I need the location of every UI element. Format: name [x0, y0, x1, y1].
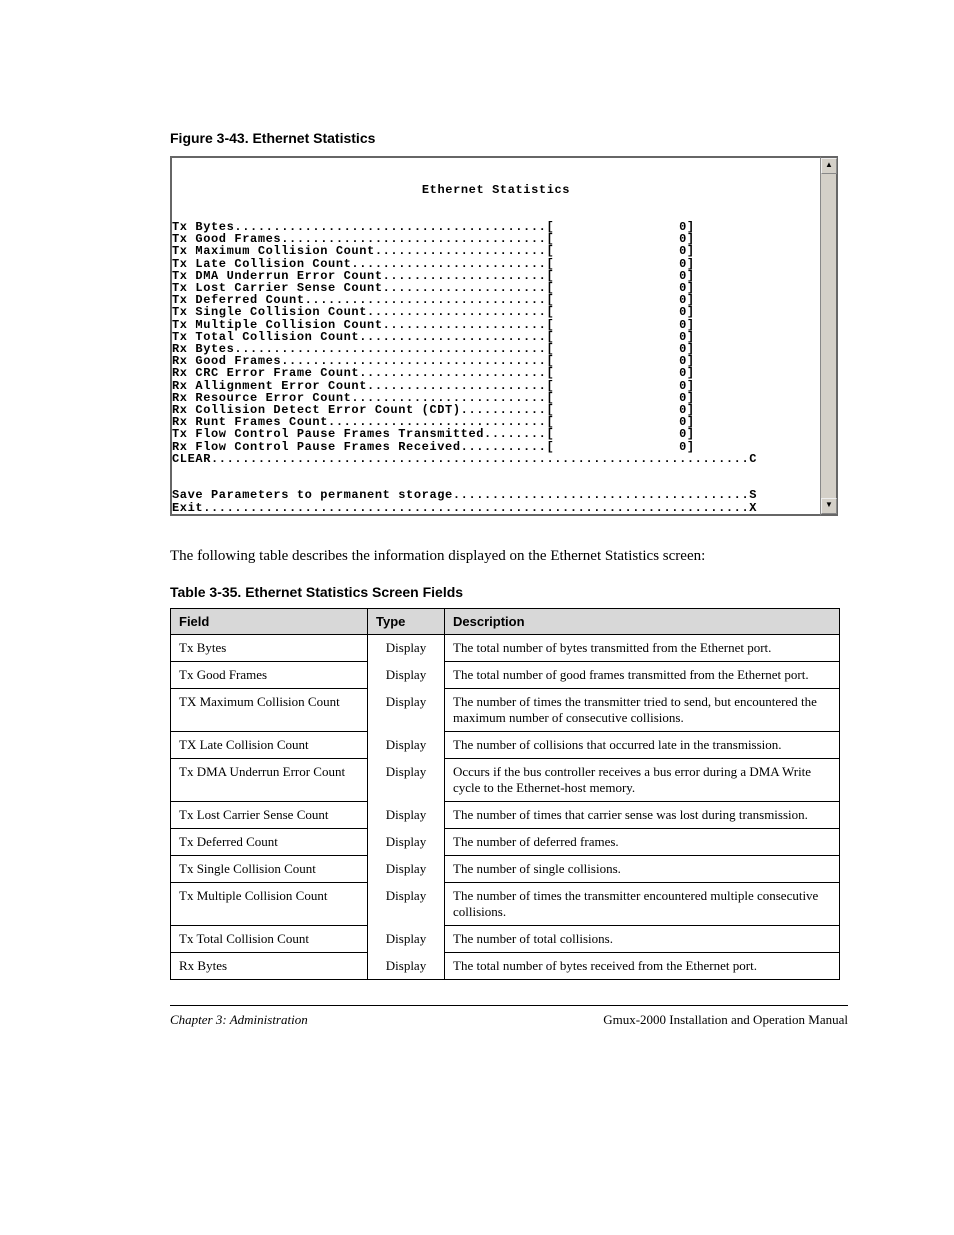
cell-desc: The number of single collisions. [445, 856, 840, 883]
cell-desc: The number of times the transmitter trie… [445, 689, 840, 732]
cell-desc: The number of deferred frames. [445, 829, 840, 856]
cell-desc: The number of total collisions. [445, 926, 840, 953]
cell-field: TX Late Collision Count [171, 732, 368, 759]
col-header-desc: Description [445, 609, 840, 635]
cell-desc: The total number of bytes transmitted fr… [445, 635, 840, 662]
table-row: Tx Deferred CountDisplayThe number of de… [171, 829, 840, 856]
cell-type: Display [368, 732, 445, 759]
table-row: Tx Single Collision CountDisplayThe numb… [171, 856, 840, 883]
table-row: TX Maximum Collision CountDisplayThe num… [171, 689, 840, 732]
cell-type: Display [368, 953, 445, 980]
intro-text: The following table describes the inform… [170, 546, 784, 566]
page-footer: Chapter 3: Administration Gmux-2000 Inst… [170, 1005, 848, 1028]
col-header-field: Field [171, 609, 368, 635]
col-header-type: Type [368, 609, 445, 635]
figure-caption: Figure 3-43. Ethernet Statistics [170, 130, 954, 146]
footer-left: Chapter 3: Administration [170, 1012, 308, 1028]
cell-field: Tx Good Frames [171, 662, 368, 689]
table-row: Tx DMA Underrun Error CountDisplayOccurs… [171, 759, 840, 802]
cell-field: Tx Total Collision Count [171, 926, 368, 953]
table-row: Tx Total Collision CountDisplayThe numbe… [171, 926, 840, 953]
cell-field: TX Maximum Collision Count [171, 689, 368, 732]
cell-type: Display [368, 802, 445, 829]
terminal-title: Ethernet Statistics [172, 183, 820, 197]
cell-desc: The number of times that carrier sense w… [445, 802, 840, 829]
cell-desc: Occurs if the bus controller receives a … [445, 759, 840, 802]
terminal-window: Ethernet Statistics Tx Bytes............… [170, 156, 840, 516]
cell-desc: The total number of bytes received from … [445, 953, 840, 980]
footer-right: Gmux-2000 Installation and Operation Man… [603, 1012, 848, 1028]
cell-type: Display [368, 926, 445, 953]
cell-desc: The number of collisions that occurred l… [445, 732, 840, 759]
scroll-down-icon[interactable]: ▼ [821, 498, 837, 514]
cell-type: Display [368, 856, 445, 883]
cell-field: Tx Bytes [171, 635, 368, 662]
scroll-up-icon[interactable]: ▲ [821, 158, 837, 174]
cell-desc: The number of times the transmitter enco… [445, 883, 840, 926]
cell-type: Display [368, 662, 445, 689]
table-caption: Table 3-35. Ethernet Statistics Screen F… [170, 584, 954, 600]
cell-field: Tx DMA Underrun Error Count [171, 759, 368, 802]
cell-field: Tx Lost Carrier Sense Count [171, 802, 368, 829]
table-row: Tx Good FramesDisplayThe total number of… [171, 662, 840, 689]
cell-field: Rx Bytes [171, 953, 368, 980]
table-row: Tx BytesDisplayThe total number of bytes… [171, 635, 840, 662]
cell-type: Display [368, 689, 445, 732]
ethernet-stats-table: Field Type Description Tx BytesDisplayTh… [170, 608, 840, 980]
cell-desc: The total number of good frames transmit… [445, 662, 840, 689]
cell-field: Tx Deferred Count [171, 829, 368, 856]
cell-type: Display [368, 759, 445, 802]
cell-field: Tx Single Collision Count [171, 856, 368, 883]
table-row: Rx BytesDisplayThe total number of bytes… [171, 953, 840, 980]
cell-type: Display [368, 635, 445, 662]
cell-type: Display [368, 829, 445, 856]
cell-type: Display [368, 883, 445, 926]
table-row: Tx Multiple Collision CountDisplayThe nu… [171, 883, 840, 926]
cell-field: Tx Multiple Collision Count [171, 883, 368, 926]
terminal-body: Tx Bytes................................… [172, 215, 820, 514]
table-row: Tx Lost Carrier Sense CountDisplayThe nu… [171, 802, 840, 829]
scrollbar[interactable]: ▲ ▼ [820, 156, 838, 516]
table-row: TX Late Collision CountDisplayThe number… [171, 732, 840, 759]
